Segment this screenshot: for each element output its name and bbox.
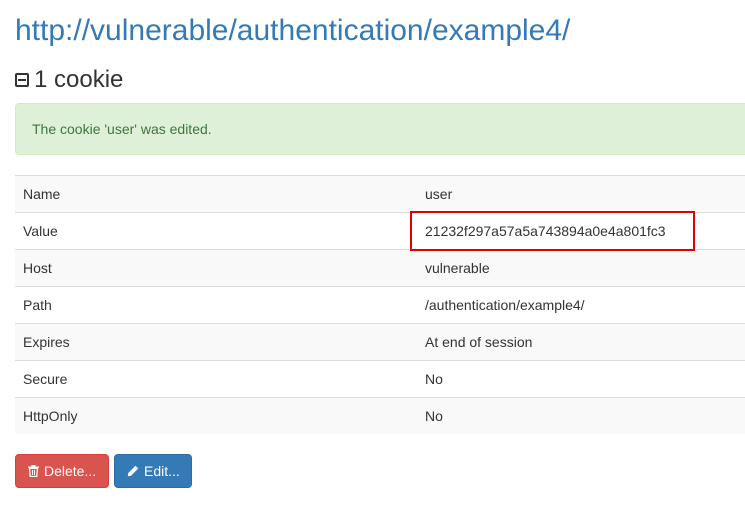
success-alert: The cookie 'user' was edited. [15, 103, 745, 155]
row-value: /authentication/example4/ [417, 286, 745, 324]
row-key: Path [15, 286, 417, 324]
pencil-icon [127, 465, 139, 477]
cookie-count-heading: 1 cookie [15, 64, 123, 96]
table-row: Path /authentication/example4/ [15, 286, 745, 324]
minus-square-icon[interactable] [15, 73, 29, 87]
row-value: At end of session [417, 323, 745, 361]
row-value: user [417, 175, 745, 213]
table-row: Host vulnerable [15, 249, 745, 287]
table-row: Name user [15, 175, 745, 213]
table-row: Value 21232f297a57a5a743894a0e4a801fc3 [15, 212, 745, 250]
edit-button[interactable]: Edit... [114, 454, 192, 488]
cookie-count-label: 1 cookie [34, 66, 124, 93]
table-row: HttpOnly No [15, 397, 745, 434]
delete-button[interactable]: Delete... [15, 454, 109, 488]
delete-button-label: Delete... [44, 463, 97, 479]
row-key: Secure [15, 360, 417, 398]
row-key: Name [15, 175, 417, 213]
row-value: No [417, 397, 745, 434]
table-row: Secure No [15, 360, 745, 398]
row-key: Value [15, 212, 417, 250]
page-title-url[interactable]: http://vulnerable/authentication/example… [15, 11, 570, 51]
row-value: 21232f297a57a5a743894a0e4a801fc3 [417, 212, 745, 250]
row-value: vulnerable [417, 249, 745, 287]
cookie-detail-page: http://vulnerable/authentication/example… [0, 0, 745, 510]
row-key: HttpOnly [15, 397, 417, 434]
row-key: Expires [15, 323, 417, 361]
alert-message: The cookie 'user' was edited. [32, 121, 212, 137]
row-key: Host [15, 249, 417, 287]
table-row: Expires At end of session [15, 323, 745, 361]
row-value: No [417, 360, 745, 398]
edit-button-label: Edit... [144, 463, 180, 479]
trash-icon [28, 465, 39, 477]
cookie-properties-table: Name user Value 21232f297a57a5a743894a0e… [15, 175, 745, 434]
